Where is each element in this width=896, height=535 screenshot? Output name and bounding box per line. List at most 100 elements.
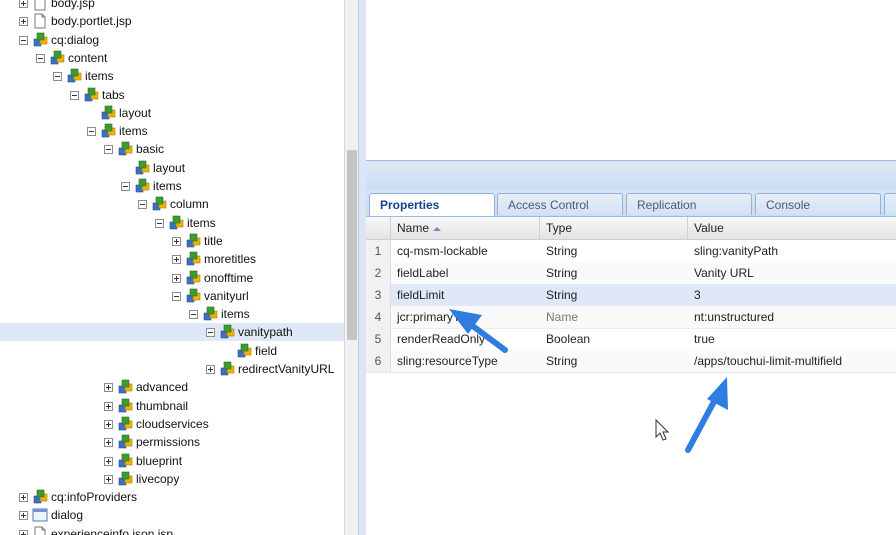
expand-icon[interactable]: [206, 364, 215, 374]
node-icon: [101, 123, 116, 138]
tree-node-label: items: [85, 69, 114, 83]
tree-node[interactable]: items: [155, 214, 216, 232]
tree-node-label: onofftime: [204, 271, 254, 285]
row-number: 5: [366, 328, 391, 350]
tree-node[interactable]: thumbnail: [104, 397, 188, 415]
preview-area: [366, 0, 896, 160]
tree-node[interactable]: redirectVanityURL: [206, 360, 334, 378]
collapse-icon[interactable]: [19, 35, 28, 45]
tree-node[interactable]: layout: [121, 159, 185, 177]
collapse-icon[interactable]: [53, 71, 62, 81]
tree-node[interactable]: items: [189, 305, 250, 323]
tree-node[interactable]: onofftime: [172, 269, 253, 287]
row-number: 3: [366, 284, 391, 306]
tab-access-control[interactable]: Access Control: [497, 193, 623, 215]
file-icon: [34, 0, 46, 11]
tree-node-label: field: [255, 344, 278, 358]
tree-node[interactable]: column: [138, 195, 209, 213]
collapse-icon[interactable]: [172, 291, 181, 301]
tree-node[interactable]: body.portlet.jsp: [19, 12, 132, 30]
tree-node[interactable]: experienceinfo.json.jsp: [19, 525, 173, 535]
table-row[interactable]: 4 jcr:primaryType Name nt:unstructured: [366, 306, 896, 329]
collapse-icon[interactable]: [87, 126, 96, 136]
column-header-type[interactable]: Type: [540, 217, 688, 239]
tree-node[interactable]: cloudservices: [104, 415, 209, 433]
tab-console[interactable]: Console: [755, 193, 881, 215]
tree-node[interactable]: vanityurl: [172, 287, 249, 305]
table-row[interactable]: 5 renderReadOnly Boolean true: [366, 328, 896, 351]
tree-node[interactable]: field: [223, 342, 277, 360]
expand-icon[interactable]: [104, 474, 113, 484]
tab-properties[interactable]: Properties: [369, 193, 495, 216]
collapse-icon[interactable]: [70, 90, 79, 100]
tree-node[interactable]: advanced: [104, 378, 188, 396]
cell-value: sling:vanityPath: [694, 244, 779, 258]
tree-node[interactable]: cq:infoProviders: [19, 488, 137, 506]
tree-node[interactable]: blueprint: [104, 452, 182, 470]
expand-icon[interactable]: [104, 419, 113, 429]
tree-node[interactable]: cq:dialog: [19, 31, 99, 49]
tree-node[interactable]: dialog: [19, 506, 83, 524]
expand-icon[interactable]: [19, 16, 28, 26]
expand-icon[interactable]: [19, 0, 28, 8]
tree-node-label: layout: [153, 161, 186, 175]
tree-node-label: vanitypath: [238, 325, 293, 339]
node-icon: [118, 453, 133, 468]
collapse-icon[interactable]: [104, 144, 113, 154]
expand-icon[interactable]: [172, 273, 181, 283]
node-icon: [33, 32, 48, 47]
node-icon: [67, 68, 82, 83]
collapse-icon[interactable]: [189, 309, 198, 319]
tree-node-label: experienceinfo.json.jsp: [51, 527, 174, 535]
expand-icon[interactable]: [104, 382, 113, 392]
expand-icon[interactable]: [19, 492, 28, 502]
node-icon: [50, 50, 65, 65]
tree-node[interactable]: basic: [104, 140, 164, 158]
expand-icon[interactable]: [104, 456, 113, 466]
expand-icon[interactable]: [172, 236, 181, 246]
row-number-header: [366, 217, 391, 239]
tab-replication[interactable]: Replication: [626, 193, 752, 215]
tree-node[interactable]: items: [53, 67, 114, 85]
tree-node[interactable]: permissions: [104, 433, 200, 451]
tree-node[interactable]: content: [36, 49, 107, 67]
table-row[interactable]: 1 cq-msm-lockable String sling:vanityPath: [366, 240, 896, 263]
tree-node[interactable]: tabs: [70, 86, 125, 104]
properties-grid: Name Type Value 1 cq-msm-lockable String sl…: [366, 217, 896, 535]
tree-node[interactable]: livecopy: [104, 470, 179, 488]
node-icon: [135, 160, 150, 175]
tab-properties-label: Properties: [380, 198, 440, 212]
column-header-value[interactable]: Value: [688, 217, 896, 239]
tree-node[interactable]: layout: [87, 104, 151, 122]
node-icon: [186, 288, 201, 303]
column-header-name[interactable]: Name: [391, 217, 540, 239]
node-icon: [220, 361, 235, 376]
tree-node[interactable]: items: [87, 122, 148, 140]
expand-icon[interactable]: [104, 437, 113, 447]
table-row[interactable]: 6 sling:resourceType String/apps/touchui-l…: [366, 350, 896, 373]
node-icon: [169, 215, 184, 230]
tree-node[interactable]: items: [121, 177, 182, 195]
node-icon: [203, 306, 218, 321]
table-row[interactable]: 3 fieldLimit String 3: [366, 284, 896, 307]
tree-node[interactable]: title: [172, 232, 223, 250]
expand-icon[interactable]: [104, 401, 113, 411]
tree-scrollbar[interactable]: [344, 0, 359, 535]
collapse-icon[interactable]: [36, 53, 45, 63]
expand-icon[interactable]: [19, 529, 28, 535]
tab-overflow[interactable]: [884, 193, 896, 215]
collapse-icon[interactable]: [138, 199, 147, 209]
table-row[interactable]: 2 fieldLabel String Vanity URL: [366, 262, 896, 285]
tree-node[interactable]: moretitles: [172, 250, 256, 268]
tree-node[interactable]: body.jsp: [19, 0, 95, 12]
sort-ascending-icon: [433, 226, 442, 231]
collapse-icon[interactable]: [121, 181, 130, 191]
tree-node[interactable]: vanitypath: [0, 323, 344, 341]
tree-scrollbar-thumb[interactable]: [347, 150, 357, 340]
expand-icon[interactable]: [172, 254, 181, 264]
tree-node-label: body.portlet.jsp: [51, 14, 132, 28]
collapse-icon[interactable]: [206, 327, 215, 337]
expand-icon[interactable]: [19, 510, 28, 520]
node-icon: [118, 434, 133, 449]
collapse-icon[interactable]: [155, 218, 164, 228]
